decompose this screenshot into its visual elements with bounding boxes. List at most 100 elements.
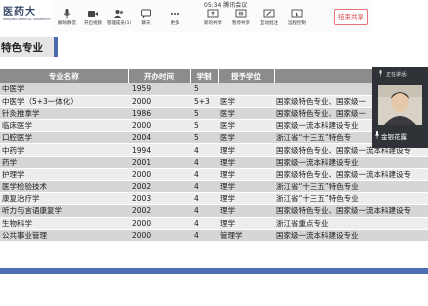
more-label: 更多 — [170, 21, 180, 26]
cell-degree: 医学 — [218, 107, 274, 121]
cell-duration: 5 — [190, 83, 218, 96]
cell-degree: 理学 — [218, 168, 274, 182]
university-logo: 医药大 ZHEJIANG MEDICAL UNIVERSITY — [0, 2, 51, 28]
participant-name: 金银花露 — [381, 133, 407, 141]
chat-button[interactable]: 聊天 — [131, 7, 161, 31]
remote-control-label: 远程控制 — [288, 21, 306, 26]
cell-category: 国家级特色专业、国家级一流本科建设专 — [274, 168, 428, 182]
table-row: 口腔医学 2004 5 医学 浙江省“十三五”特色专 — [0, 131, 428, 145]
cell-major-name: 药学 — [0, 156, 128, 169]
table-row: 中医学 1959 5 — [0, 83, 428, 96]
cell-start-year: 2002 — [128, 180, 190, 194]
cell-major-name: 护理学 — [0, 168, 128, 182]
cell-category: 浙江省“十三五”特色专业 — [274, 192, 428, 206]
cell-degree: 管理学 — [218, 229, 274, 242]
members-icon — [114, 10, 124, 18]
table-row: 医学检验技术 2002 4 理学 浙江省“十三五”特色专业 — [0, 180, 428, 194]
remote-control-icon — [291, 9, 303, 18]
cell-start-year: 2004 — [128, 131, 190, 145]
cell-major-name: 针灸推拿学 — [0, 107, 128, 121]
cell-degree: 理学 — [218, 217, 274, 230]
speaking-mic-icon — [379, 70, 382, 77]
specialties-table: 专业名称 开办时间 学制 授予学位 类别 中医学19595中医学（5+3一体化）… — [0, 69, 428, 242]
cell-degree: 医学 — [218, 119, 274, 133]
cell-degree: 理学 — [218, 204, 274, 218]
cell-duration: 4 — [190, 180, 218, 194]
table-row: 生物科学 2000 4 理学 浙江省重点专业 — [0, 217, 428, 230]
cell-category: 国家级一流本科建设专业 — [274, 229, 428, 242]
header-major-name: 专业名称 — [0, 69, 129, 83]
cell-start-year: 2003 — [128, 192, 190, 206]
header-degree: 授予学位 — [218, 69, 275, 83]
participant-video-tile[interactable]: 正在讲话: 金银花露 — [372, 67, 428, 148]
table-row: 临床医学 2000 5 医学 国家级一流本科建设专业 — [0, 119, 428, 133]
cell-duration: 4 — [190, 217, 218, 230]
section-title: 特色专业 — [1, 42, 43, 54]
new-share-label: 新的共享 — [204, 21, 222, 26]
cell-major-name: 生物科学 — [0, 217, 128, 230]
cell-degree: 理学 — [218, 156, 274, 169]
section-title-bar: 特色专业 — [0, 37, 58, 57]
cell-category: 国家级特色专业、国家级一流本科建设专 — [274, 204, 428, 218]
camera-icon — [88, 11, 98, 17]
person-image — [378, 85, 422, 125]
cell-degree: 医学 — [218, 131, 274, 145]
cell-duration: 4 — [190, 192, 218, 206]
table-row: 中医学（5+3一体化） 2000 5+3 医学 国家级特色专业、国家级一 — [0, 95, 428, 108]
cell-duration: 4 — [190, 168, 218, 182]
logo-name-en: ZHEJIANG MEDICAL UNIVERSITY — [3, 17, 51, 21]
cell-duration: 4 — [190, 143, 218, 157]
table-header-row: 专业名称 开办时间 学制 授予学位 类别 — [0, 69, 428, 83]
annotate-label: 互动批注 — [260, 21, 278, 26]
cell-major-name: 中医学（5+3一体化） — [0, 95, 128, 108]
cell-start-year: 2000 — [128, 119, 190, 133]
cell-category: 浙江省重点专业 — [274, 217, 428, 230]
table-row: 中药学 1994 4 理学 国家级特色专业、国家级一流本科建设专 — [0, 143, 428, 157]
cell-duration: 5+3 — [190, 95, 218, 108]
cell-category: 浙江省“十三五”特色专业 — [274, 180, 428, 194]
annotate-icon — [263, 9, 275, 18]
cell-major-name: 中药学 — [0, 143, 128, 157]
cell-degree: 理学 — [218, 180, 274, 194]
cell-duration: 4 — [190, 204, 218, 218]
end-share-button[interactable]: 结束共享 — [334, 9, 368, 25]
cell-start-year: 2001 — [128, 156, 190, 169]
cell-duration: 4 — [190, 156, 218, 169]
cell-major-name: 康复治疗学 — [0, 192, 128, 206]
manage-members-label: 管理成员(1) — [106, 21, 132, 26]
cell-major-name: 临床医学 — [0, 119, 128, 133]
table-row: 护理学 2000 4 理学 国家级特色专业、国家级一流本科建设专 — [0, 168, 428, 182]
cell-duration: 5 — [190, 107, 218, 121]
cell-start-year: 2000 — [128, 217, 190, 230]
chat-icon — [141, 9, 151, 19]
meeting-toolbar: 05:34 腾讯会议 解除静音 开启视频 管理成员(1) 聊天 更多 新的共享 … — [52, 0, 372, 32]
cell-degree — [218, 83, 274, 96]
cell-start-year: 2002 — [128, 204, 190, 218]
cell-start-year: 2000 — [128, 95, 190, 108]
header-start-year: 开办时间 — [128, 69, 191, 83]
pause-share-button[interactable]: 暂停共享 — [226, 7, 256, 31]
pause-share-icon — [235, 9, 247, 18]
remote-control-button[interactable]: 远程控制 — [282, 7, 312, 31]
pause-share-label: 暂停共享 — [232, 21, 250, 26]
cell-category: 国家级一流本科建设专业 — [274, 156, 428, 169]
cell-major-name: 公共事业管理 — [0, 229, 128, 242]
cell-duration: 5 — [190, 131, 218, 145]
header-duration: 学制 — [190, 69, 219, 83]
cell-start-year: 1959 — [128, 83, 190, 96]
table-row: 听力与言语康复学 2002 4 理学 国家级特色专业、国家级一流本科建设专 — [0, 204, 428, 218]
annotate-button[interactable]: 互动批注 — [254, 7, 284, 31]
table-row: 公共事业管理 2000 4 管理学 国家级一流本科建设专业 — [0, 229, 428, 242]
more-icon — [171, 13, 179, 15]
new-share-button[interactable]: 新的共享 — [198, 7, 228, 31]
specialties-table-wrap: 专业名称 开办时间 学制 授予学位 类别 中医学19595中医学（5+3一体化）… — [0, 69, 428, 255]
cell-major-name: 听力与言语康复学 — [0, 204, 128, 218]
cell-start-year: 1994 — [128, 143, 190, 157]
more-button[interactable]: 更多 — [160, 7, 190, 31]
cell-duration: 5 — [190, 119, 218, 133]
cell-start-year: 1986 — [128, 107, 190, 121]
manage-members-button[interactable]: 管理成员(1) — [104, 7, 134, 31]
cell-degree: 理学 — [218, 143, 274, 157]
logo-name-cn: 医药大 — [3, 7, 36, 18]
cell-start-year: 2000 — [128, 229, 190, 242]
